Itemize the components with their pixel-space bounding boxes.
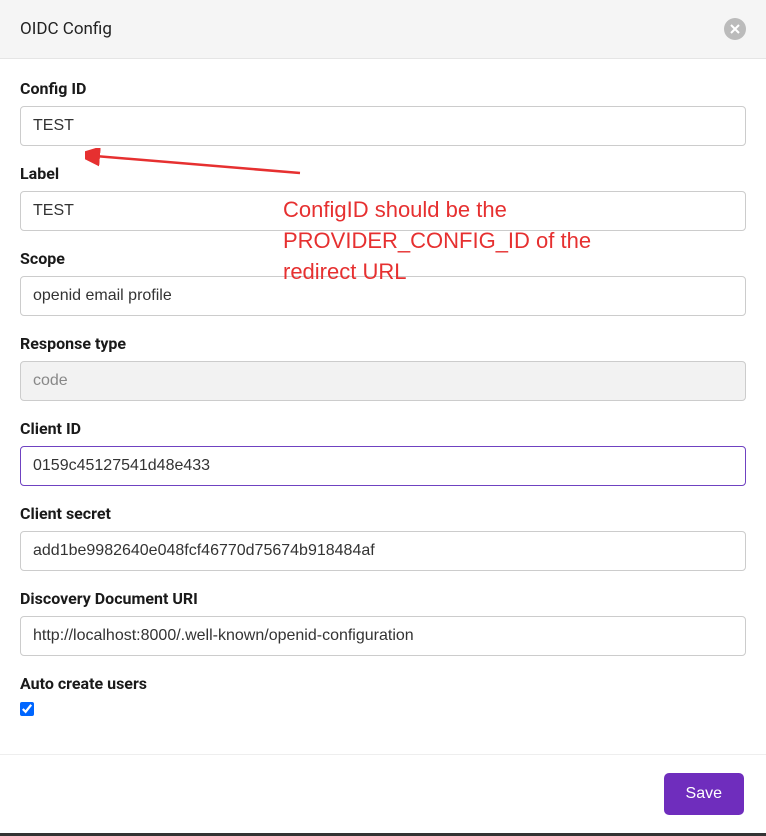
label-label: Label <box>20 164 746 183</box>
response-type-input <box>20 361 746 401</box>
field-label: Label <box>20 164 746 231</box>
close-icon <box>730 24 740 34</box>
close-button[interactable] <box>724 18 746 40</box>
response-type-label: Response type <box>20 334 746 353</box>
field-client-secret: Client secret <box>20 504 746 571</box>
modal-body: Config ID Label Scope Response type Clie… <box>0 59 766 758</box>
modal-footer: Save <box>0 754 766 833</box>
auto-create-label: Auto create users <box>20 674 746 693</box>
field-client-id: Client ID <box>20 419 746 486</box>
client-secret-input[interactable] <box>20 531 746 571</box>
field-config-id: Config ID <box>20 79 746 146</box>
scope-input[interactable] <box>20 276 746 316</box>
client-id-input[interactable] <box>20 446 746 486</box>
config-id-label: Config ID <box>20 79 746 98</box>
client-id-label: Client ID <box>20 419 746 438</box>
label-input[interactable] <box>20 191 746 231</box>
field-auto-create: Auto create users <box>20 674 746 720</box>
field-discovery-uri: Discovery Document URI <box>20 589 746 656</box>
scope-label: Scope <box>20 249 746 268</box>
discovery-uri-input[interactable] <box>20 616 746 656</box>
modal-header: OIDC Config <box>0 0 766 59</box>
discovery-uri-label: Discovery Document URI <box>20 589 746 608</box>
client-secret-label: Client secret <box>20 504 746 523</box>
save-button[interactable]: Save <box>664 773 744 815</box>
field-scope: Scope <box>20 249 746 316</box>
modal-title: OIDC Config <box>20 19 112 39</box>
field-response-type: Response type <box>20 334 746 401</box>
config-id-input[interactable] <box>20 106 746 146</box>
auto-create-checkbox[interactable] <box>20 702 34 716</box>
